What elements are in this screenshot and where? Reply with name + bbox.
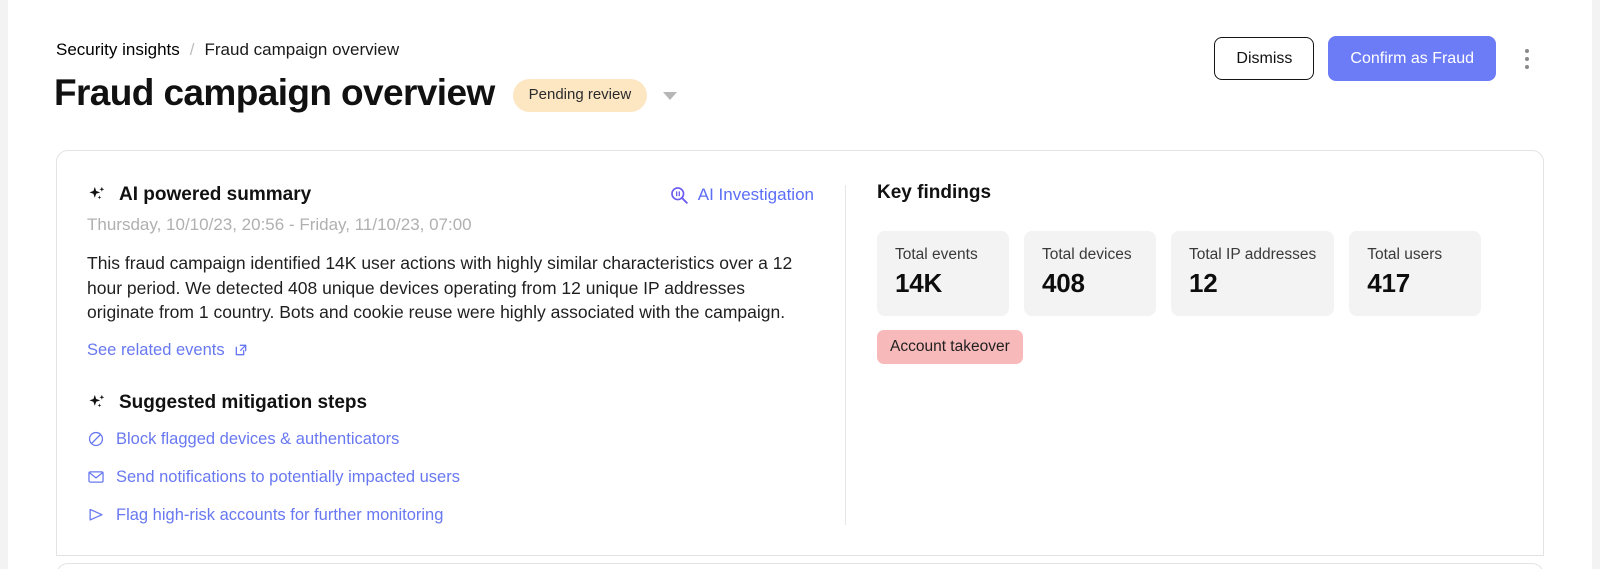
ai-summary-heading: AI powered summary <box>87 183 311 207</box>
metric-label: Total users <box>1367 246 1443 263</box>
metric-card-total-ip-addresses: Total IP addresses 12 <box>1171 231 1335 316</box>
mitigation-steps-list: Block flagged devices & authenticators S… <box>87 429 822 526</box>
flag-icon <box>89 508 103 521</box>
breadcrumb-separator: / <box>189 40 195 59</box>
metric-label: Total devices <box>1042 246 1132 263</box>
breadcrumb-root[interactable]: Security insights <box>56 38 180 62</box>
metric-card-total-users: Total users 417 <box>1349 231 1482 316</box>
mitigation-step-label: Send notifications to potentially impact… <box>116 467 460 486</box>
key-findings-heading: Key findings <box>877 182 992 203</box>
see-related-events-link[interactable]: See related events <box>87 340 249 361</box>
mitigation-step-flag-accounts[interactable]: Flag high-risk accounts for further moni… <box>87 505 822 526</box>
mitigation-step-label: Block flagged devices & authenticators <box>116 429 400 448</box>
sparkle-icon <box>89 394 105 407</box>
metric-label: Total IP addresses <box>1189 246 1317 263</box>
panel-divider <box>845 185 846 525</box>
overview-card: AI powered summary AI Investigation Thur… <box>56 150 1544 556</box>
mail-icon <box>88 471 104 483</box>
see-related-events-label: See related events <box>87 340 225 359</box>
external-link-icon <box>235 344 246 356</box>
breadcrumb: Security insights / Fraud campaign overv… <box>56 38 399 62</box>
confirm-as-fraud-button[interactable]: Confirm as Fraud <box>1328 36 1496 81</box>
status-badge[interactable]: Pending review <box>512 78 648 112</box>
summary-date-range: Thursday, 10/10/23, 20:56 - Friday, 11/1… <box>87 215 472 234</box>
mitigation-step-label: Flag high-risk accounts for further moni… <box>116 505 444 524</box>
ai-summary-panel: AI powered summary AI Investigation Thur… <box>87 183 822 526</box>
key-findings-panel: Key findings Total events 14K Total devi… <box>877 181 1519 364</box>
mitigation-step-send-notifications[interactable]: Send notifications to potentially impact… <box>87 467 822 488</box>
tag-account-takeover: Account takeover <box>877 330 1023 364</box>
ai-investigation-link[interactable]: AI Investigation <box>669 184 814 206</box>
page-title: Fraud campaign overview <box>54 72 495 113</box>
sparkle-icon <box>89 186 105 200</box>
left-gutter <box>0 0 8 569</box>
block-icon <box>88 431 104 447</box>
summary-body-text: This fraud campaign identified 14K user … <box>87 253 793 322</box>
key-findings-tags: Account takeover <box>877 330 1519 364</box>
metric-value: 14K <box>895 268 943 298</box>
header-actions: Dismiss Confirm as Fraud <box>1214 36 1540 81</box>
mitigation-heading-label: Suggested mitigation steps <box>119 391 368 413</box>
mitigation-step-block-devices[interactable]: Block flagged devices & authenticators <box>87 429 822 450</box>
metric-label: Total events <box>895 246 978 263</box>
dismiss-button[interactable]: Dismiss <box>1214 37 1315 80</box>
mitigation-heading: Suggested mitigation steps <box>87 391 822 415</box>
kebab-menu-icon[interactable] <box>1514 42 1540 76</box>
breadcrumb-current: Fraud campaign overview <box>204 40 400 59</box>
metric-value: 408 <box>1042 268 1085 298</box>
chevron-down-icon[interactable] <box>663 92 678 100</box>
metric-card-total-devices: Total devices 408 <box>1024 231 1156 316</box>
ai-investigation-label: AI Investigation <box>697 185 814 204</box>
metric-value: 12 <box>1189 268 1218 298</box>
title-row: Fraud campaign overview Pending review <box>54 70 678 116</box>
magnifier-ai-icon <box>670 186 688 204</box>
key-findings-metrics: Total events 14K Total devices 408 Total… <box>877 231 1519 316</box>
ai-summary-heading-label: AI powered summary <box>119 184 312 205</box>
metric-value: 417 <box>1367 268 1411 298</box>
metric-card-total-events: Total events 14K <box>877 231 1009 316</box>
right-gutter <box>1592 0 1600 569</box>
page-container: Security insights / Fraud campaign overv… <box>8 0 1592 569</box>
next-card-partial <box>56 563 1544 569</box>
ai-summary-header-row: AI powered summary AI Investigation <box>87 183 822 207</box>
